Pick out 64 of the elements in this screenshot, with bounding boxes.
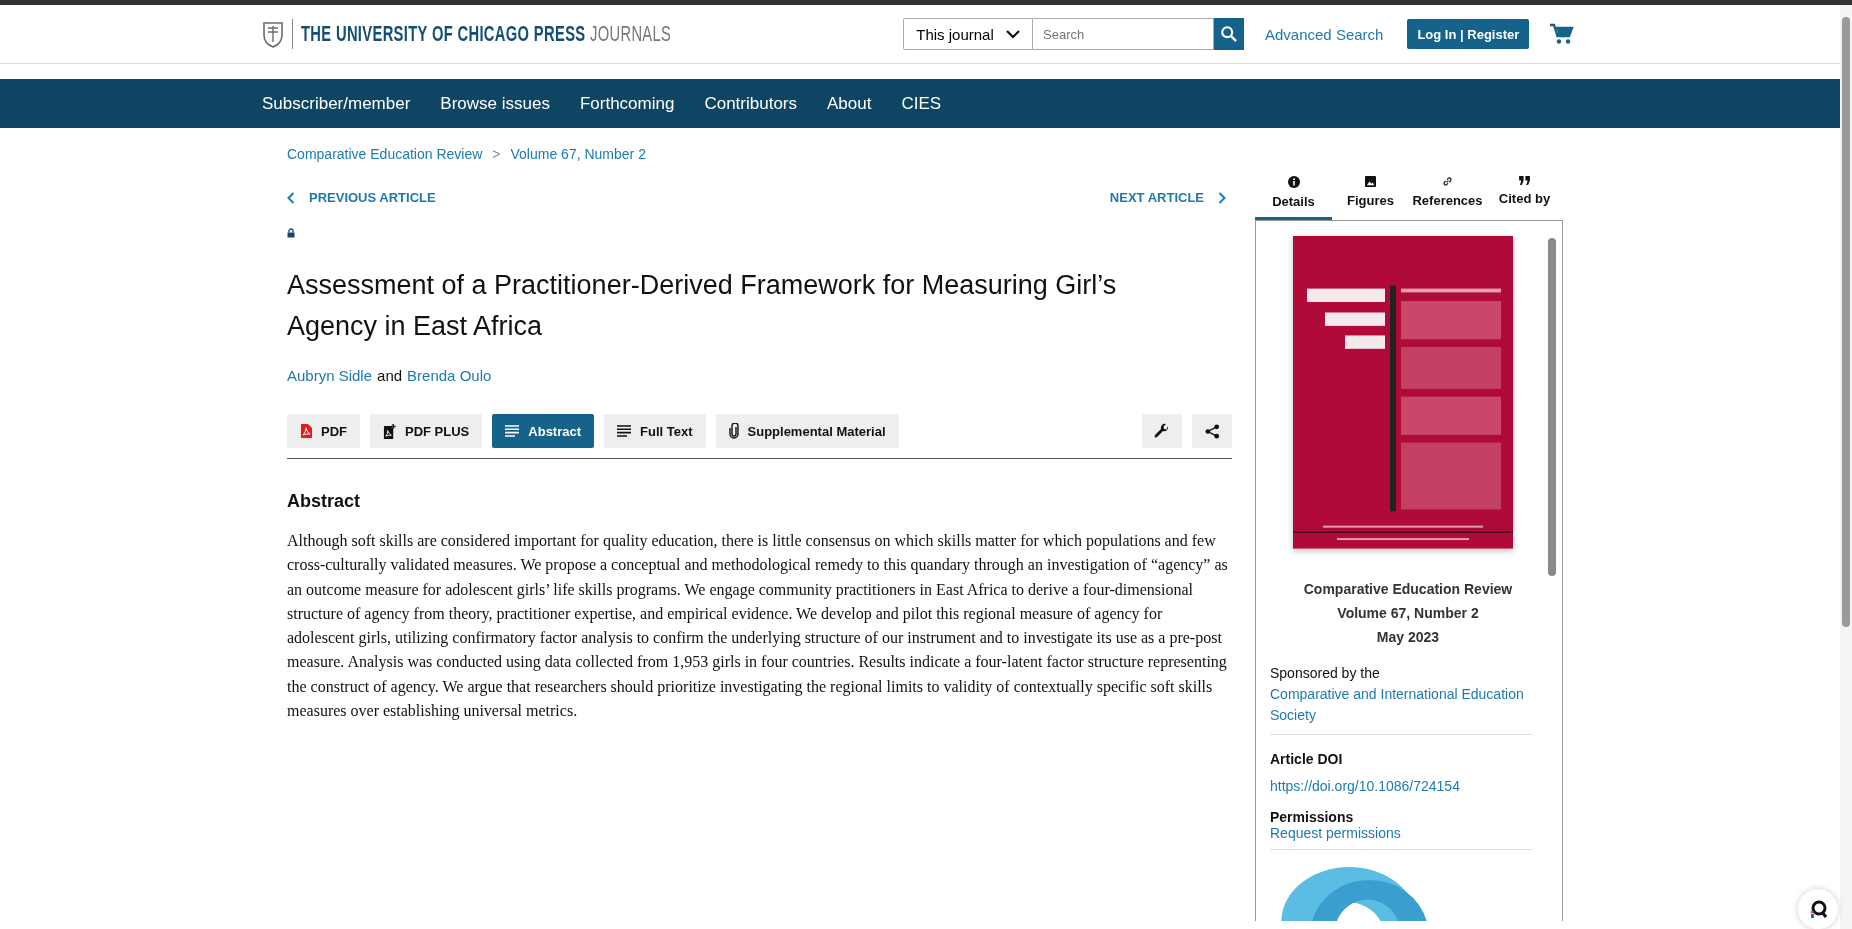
page-scrollbar-thumb[interactable]: [1842, 17, 1850, 627]
nav-link[interactable]: CIES: [901, 93, 942, 114]
chevron-down-icon: [1005, 29, 1020, 39]
issue-date: May 2023: [1375, 627, 1441, 647]
next-article-link[interactable]: NEXT ARTICLE: [1109, 190, 1226, 205]
author-link[interactable]: Brenda Oulo: [407, 367, 492, 384]
text-lines-icon: [617, 425, 632, 437]
permissions-link[interactable]: Request permissions: [1270, 824, 1546, 841]
nav-link[interactable]: Browse issues: [440, 93, 550, 114]
quote-icon: [1519, 176, 1530, 185]
sidebar-tab[interactable]: References: [1409, 172, 1486, 220]
view-tab[interactable]: Abstract: [492, 414, 595, 448]
site-logo-text[interactable]: THE UNIVERSITY OF CHICAGO PRESS JOURNALS: [301, 21, 672, 47]
magnifier-figure-icon: [1808, 899, 1828, 919]
link-icon: [1442, 176, 1453, 187]
scope-select[interactable]: This journal: [903, 18, 1033, 50]
advanced-search-link[interactable]: Advanced Search: [1265, 25, 1384, 43]
breadcrumb-separator: >: [492, 146, 501, 162]
breadcrumb-link[interactable]: Volume 67, Number 2: [510, 146, 646, 162]
issue-number: Volume 67, Number 2: [1336, 603, 1480, 623]
article-title: Assessment of a Practitioner-Derived Framework for Measuring Girl’s Agency in East Africa: [287, 269, 1118, 343]
view-tab[interactable]: Full Text: [604, 414, 706, 448]
nav-link[interactable]: About: [827, 93, 872, 114]
chevron-right-icon: [1218, 191, 1226, 204]
pdf-plus-file-icon: [383, 423, 396, 439]
abstract-text: Although soft skills are considered important for quality education, there is little consensus on which skills matter for which populations and few cross-culturally validated measures. We propose a conceptual and methodological remedy to this quandary through an investigation of “agency” as an outcome measure for adolescent girls’ life skills programs. We engage community practitioners in East Africa to derive a four-dimensional structure of agency from theory, practitioner expertise, and empirical evidence. We develop and pilot this regional measure of agency for adolescent girls, utilizing confirmatory factor analysis to confirm the underlying structure of our instrument and to investigate its use as a pre-post measure. Analysis was conducted using data collected from 1,953 girls in four countries. Results indicate a four-latent factor structure representing the construct of agency. We argue that researchers should prioritize investigating the regional limits to validity of contextually specific soft skills measures over establishing universal metrics.: [287, 531, 1229, 722]
info-icon: [1287, 176, 1300, 188]
doi-heading: Article DOI: [1270, 750, 1344, 767]
sponsor-label: Sponsored by the: [1270, 664, 1380, 681]
search-button[interactable]: [1214, 18, 1244, 50]
share-button[interactable]: [1192, 414, 1232, 448]
shield-logo-icon: [262, 20, 284, 48]
previous-article-link[interactable]: PREVIOUS ARTICLE: [287, 190, 436, 205]
journal-name: Comparative Education Review: [1302, 579, 1514, 599]
pdf-tab[interactable]: PDF: [287, 414, 360, 448]
sidebar-tab[interactable]: Details: [1255, 172, 1332, 220]
view-tab[interactable]: Supplemental Material: [715, 414, 899, 448]
nav-link[interactable]: Contributors: [704, 93, 798, 114]
cart-icon[interactable]: [1550, 23, 1575, 45]
text-lines-icon: [505, 425, 520, 437]
sponsor-link[interactable]: Comparative and International Education Society: [1270, 683, 1540, 726]
breadcrumb-link[interactable]: Comparative Education Review: [287, 146, 483, 162]
scrollbar-thumb[interactable]: [1548, 238, 1556, 576]
image-icon: [1365, 176, 1376, 187]
search-icon: [1220, 25, 1238, 43]
chevron-left-icon: [287, 191, 295, 204]
abstract-heading: Abstract: [287, 491, 362, 512]
nav-link[interactable]: Subscriber/member: [262, 93, 411, 114]
login-button[interactable]: Log In | Register: [1407, 19, 1530, 49]
search-field[interactable]: Search: [1033, 18, 1214, 50]
authors-joiner: and: [377, 367, 403, 384]
nav-link[interactable]: Forthcoming: [579, 93, 675, 114]
pdf-file-icon: [300, 424, 312, 438]
author-link[interactable]: Aubryn Sidle: [287, 367, 373, 384]
sidebar-tab[interactable]: Cited by: [1486, 172, 1563, 220]
tools-button[interactable]: [1142, 414, 1182, 448]
pdf-tab[interactable]: PDF PLUS: [370, 414, 483, 448]
doi-link[interactable]: https://doi.org/10.1086/724154: [1270, 777, 1546, 794]
sidebar-tab[interactable]: Figures: [1332, 172, 1409, 220]
wrench-icon: [1154, 423, 1170, 439]
share-icon: [1204, 423, 1220, 439]
permissions-heading: Permissions: [1270, 808, 1355, 825]
help-widget-button[interactable]: [1798, 889, 1838, 929]
paperclip-icon: [728, 423, 739, 439]
